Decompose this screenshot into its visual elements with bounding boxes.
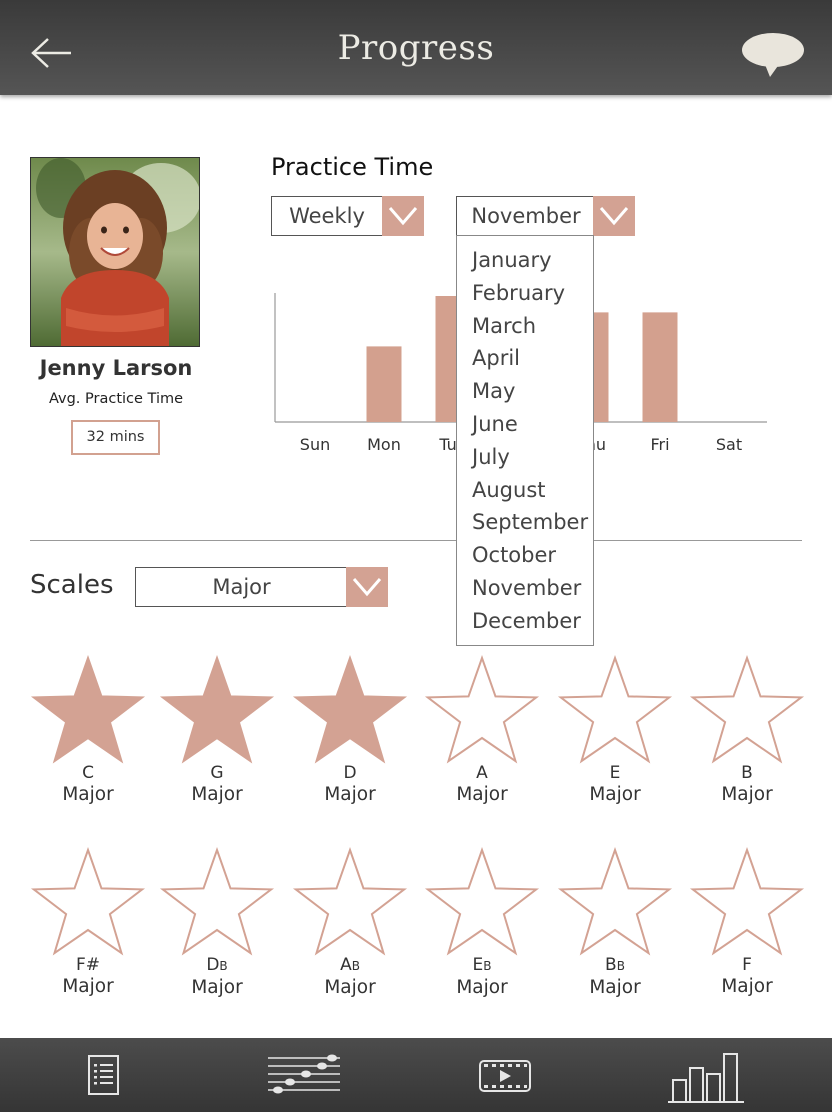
star-icon bbox=[424, 847, 540, 956]
chevron-down-icon[interactable] bbox=[382, 196, 424, 236]
scale-note: F bbox=[742, 955, 752, 975]
scale-star[interactable]: A Major bbox=[416, 655, 548, 807]
month-option[interactable]: May bbox=[457, 375, 593, 408]
scale-accidental: B bbox=[616, 959, 625, 973]
scale-star[interactable]: F Major bbox=[681, 847, 813, 999]
avg-practice-value: 32 mins bbox=[71, 420, 160, 455]
month-select-value: November bbox=[471, 204, 581, 228]
scale-accidental: B bbox=[483, 959, 492, 973]
equalizer-sliders-icon[interactable] bbox=[266, 1046, 342, 1104]
scale-kind: Major bbox=[62, 976, 114, 997]
month-option[interactable]: December bbox=[457, 605, 593, 638]
x-tick-label: Fri bbox=[650, 435, 669, 454]
star-icon bbox=[292, 847, 408, 956]
scale-kind: Major bbox=[324, 784, 376, 805]
chevron-down-icon[interactable] bbox=[346, 567, 388, 607]
month-option[interactable]: April bbox=[457, 342, 593, 375]
scale-note: BB bbox=[605, 955, 625, 975]
document-list-icon[interactable] bbox=[86, 1046, 122, 1104]
scale-kind: Major bbox=[721, 784, 773, 805]
practice-time-title: Practice Time bbox=[271, 153, 434, 181]
scale-type-select[interactable]: Major bbox=[135, 567, 388, 607]
scale-note: D bbox=[343, 763, 357, 783]
scale-type-value: Major bbox=[212, 575, 271, 599]
scale-star[interactable]: D Major bbox=[284, 655, 416, 807]
month-option[interactable]: June bbox=[457, 408, 593, 441]
star-icon bbox=[292, 655, 408, 764]
scale-kind: Major bbox=[62, 784, 114, 805]
month-option[interactable]: August bbox=[457, 474, 593, 507]
x-tick-label: Sun bbox=[300, 435, 330, 454]
month-select[interactable]: November bbox=[456, 196, 635, 236]
scale-star[interactable]: G Major bbox=[151, 655, 283, 807]
bar-mon bbox=[366, 346, 402, 422]
scale-star[interactable]: C Major bbox=[22, 655, 154, 807]
star-icon bbox=[557, 655, 673, 764]
scale-note: DB bbox=[206, 955, 228, 975]
speech-bubble-icon[interactable] bbox=[740, 30, 806, 78]
star-icon bbox=[30, 655, 146, 764]
scale-kind: Major bbox=[456, 784, 508, 805]
scale-star[interactable]: F# Major bbox=[22, 847, 154, 999]
bar-fri bbox=[642, 312, 678, 422]
section-divider bbox=[30, 540, 802, 541]
avg-practice-label: Avg. Practice Time bbox=[48, 391, 184, 407]
month-option[interactable]: November bbox=[457, 572, 593, 605]
bottom-nav-bar bbox=[0, 1038, 832, 1112]
scale-note: C bbox=[82, 763, 94, 783]
top-app-bar: Progress bbox=[0, 0, 832, 95]
star-icon bbox=[689, 847, 805, 956]
bar-chart-icon[interactable] bbox=[668, 1046, 744, 1104]
scale-kind: Major bbox=[589, 784, 641, 805]
scale-note: B bbox=[741, 763, 753, 783]
scale-accidental: B bbox=[351, 959, 360, 973]
scale-kind: Major bbox=[191, 977, 243, 998]
month-option[interactable]: September bbox=[457, 506, 593, 539]
period-select-value: Weekly bbox=[289, 204, 365, 228]
scale-kind: Major bbox=[324, 977, 376, 998]
scale-kind: Major bbox=[456, 977, 508, 998]
scale-accidental: B bbox=[219, 959, 228, 973]
student-photo bbox=[30, 157, 200, 347]
star-icon bbox=[159, 847, 275, 956]
scale-note: A bbox=[476, 763, 488, 783]
chevron-down-icon[interactable] bbox=[593, 196, 635, 236]
scale-kind: Major bbox=[721, 976, 773, 997]
month-dropdown-menu[interactable]: January February March April May June July Augu… bbox=[456, 235, 594, 646]
month-option[interactable]: January bbox=[457, 244, 593, 277]
scale-star[interactable]: B Major bbox=[681, 655, 813, 807]
month-option[interactable]: October bbox=[457, 539, 593, 572]
x-tick-label: Mon bbox=[367, 435, 401, 454]
scale-kind: Major bbox=[589, 977, 641, 998]
star-icon bbox=[424, 655, 540, 764]
scale-note: F# bbox=[75, 955, 101, 975]
x-tick-label: Sat bbox=[716, 435, 742, 454]
scale-note: EB bbox=[472, 955, 492, 975]
month-option[interactable]: February bbox=[457, 277, 593, 310]
scale-note: E bbox=[609, 763, 621, 783]
scales-title: Scales bbox=[30, 570, 114, 600]
scale-note: G bbox=[210, 763, 224, 783]
period-select[interactable]: Weekly bbox=[271, 196, 424, 236]
scale-note: AB bbox=[340, 955, 360, 975]
scale-kind: Major bbox=[191, 784, 243, 805]
star-icon bbox=[557, 847, 673, 956]
star-icon bbox=[689, 655, 805, 764]
scale-star[interactable]: BB Major bbox=[549, 847, 681, 1000]
student-name: Jenny Larson bbox=[39, 356, 193, 380]
month-option[interactable]: July bbox=[457, 441, 593, 474]
page-title: Progress bbox=[337, 28, 495, 68]
star-icon bbox=[30, 847, 146, 956]
star-icon bbox=[159, 655, 275, 764]
video-play-icon[interactable] bbox=[478, 1046, 532, 1104]
scale-star[interactable]: E Major bbox=[549, 655, 681, 807]
scale-star[interactable]: EB Major bbox=[416, 847, 548, 1000]
scale-star[interactable]: DB Major bbox=[151, 847, 283, 1000]
month-option[interactable]: March bbox=[457, 310, 593, 343]
scale-star[interactable]: AB Major bbox=[284, 847, 416, 1000]
